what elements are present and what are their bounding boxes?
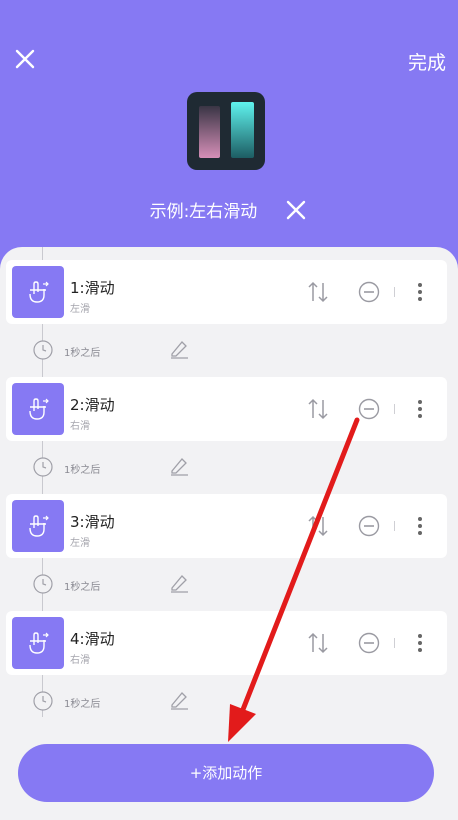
remove-icon[interactable] xyxy=(358,281,380,303)
edit-icon[interactable] xyxy=(168,338,190,360)
delay-row: 1秒之后 xyxy=(0,686,458,716)
edit-icon[interactable] xyxy=(168,572,190,594)
action-name: 4:滑动 xyxy=(70,630,115,648)
sort-icon[interactable] xyxy=(306,280,330,304)
remove-icon[interactable] xyxy=(358,632,380,654)
script-title[interactable]: 示例:左右滑动 xyxy=(150,202,258,222)
more-icon[interactable] xyxy=(417,516,423,536)
delay-row: 1秒之后 xyxy=(0,452,458,482)
divider xyxy=(394,521,395,531)
action-name: 3:滑动 xyxy=(70,513,115,531)
delay-text: 1秒之后 xyxy=(64,582,101,593)
remove-icon[interactable] xyxy=(358,515,380,537)
swipe-gesture-icon xyxy=(12,266,64,318)
action-card[interactable]: 3:滑动 左滑 xyxy=(6,494,447,558)
clock-icon xyxy=(33,691,53,711)
action-direction: 右滑 xyxy=(70,421,90,432)
edit-icon[interactable] xyxy=(168,689,190,711)
sort-icon[interactable] xyxy=(306,514,330,538)
edit-icon[interactable] xyxy=(168,455,190,477)
swipe-gesture-icon xyxy=(12,500,64,552)
delay-row: 1秒之后 xyxy=(0,569,458,599)
remove-icon[interactable] xyxy=(358,398,380,420)
clock-icon xyxy=(33,457,53,477)
more-icon[interactable] xyxy=(417,399,423,419)
app-icon xyxy=(187,92,265,170)
title-row: 示例:左右滑动 xyxy=(0,197,458,222)
action-list-panel: 1:滑动 左滑 1秒之后 2:滑动 右滑 1秒之后 3:滑动 左滑 1秒之后 4… xyxy=(0,247,458,820)
swipe-gesture-icon xyxy=(12,617,64,669)
more-icon[interactable] xyxy=(417,282,423,302)
done-button[interactable]: 完成 xyxy=(408,48,446,75)
action-card[interactable]: 2:滑动 右滑 xyxy=(6,377,447,441)
action-direction: 右滑 xyxy=(70,655,90,666)
delay-text: 1秒之后 xyxy=(64,348,101,359)
divider xyxy=(394,287,395,297)
swipe-gesture-icon xyxy=(12,383,64,435)
action-card[interactable]: 1:滑动 左滑 xyxy=(6,260,447,324)
add-action-button[interactable]: +添加动作 xyxy=(18,744,434,802)
clock-icon xyxy=(33,574,53,594)
action-name: 1:滑动 xyxy=(70,279,115,297)
delay-row: 1秒之后 xyxy=(0,335,458,365)
action-direction: 左滑 xyxy=(70,538,90,549)
action-card[interactable]: 4:滑动 右滑 xyxy=(6,611,447,675)
delay-text: 1秒之后 xyxy=(64,699,101,710)
clear-title-icon[interactable] xyxy=(284,198,308,222)
header: 完成 示例:左右滑动 xyxy=(0,0,458,260)
sort-icon[interactable] xyxy=(306,631,330,655)
clock-icon xyxy=(33,340,53,360)
action-direction: 左滑 xyxy=(70,304,90,315)
action-name: 2:滑动 xyxy=(70,396,115,414)
delay-text: 1秒之后 xyxy=(64,465,101,476)
divider xyxy=(394,638,395,648)
close-icon[interactable] xyxy=(12,46,38,72)
sort-icon[interactable] xyxy=(306,397,330,421)
divider xyxy=(394,404,395,414)
more-icon[interactable] xyxy=(417,633,423,653)
